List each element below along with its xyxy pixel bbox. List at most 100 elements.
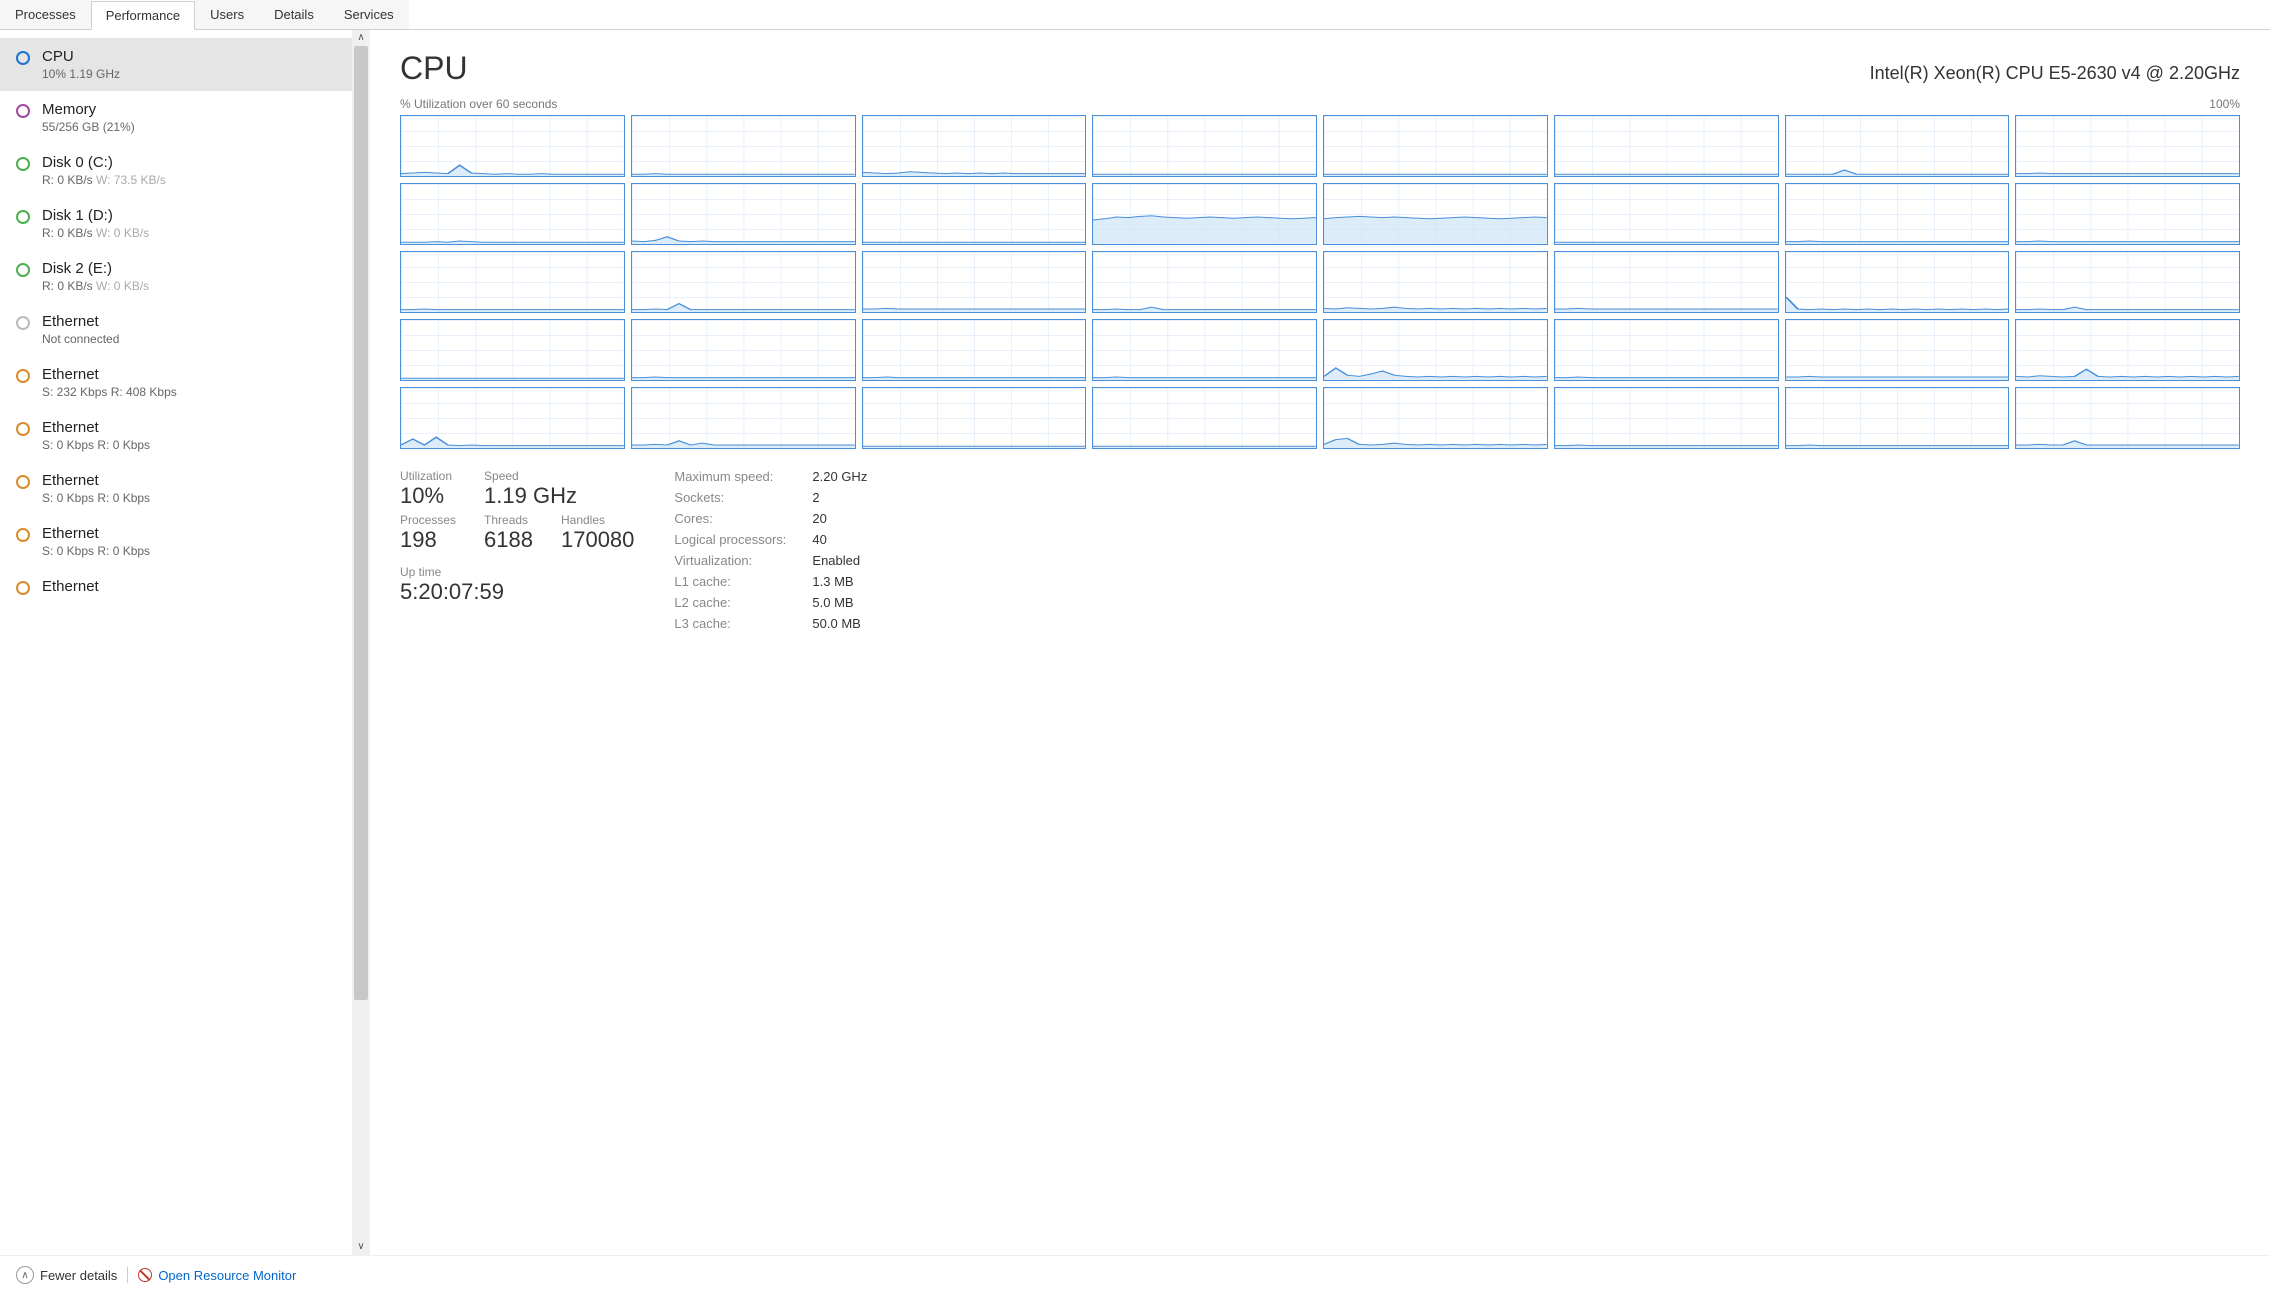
cpu-model: Intel(R) Xeon(R) CPU E5-2630 v4 @ 2.20GH… xyxy=(1870,63,2240,84)
spec-label: L1 cache: xyxy=(674,574,786,589)
cpu-core-chart-6 xyxy=(1785,115,2010,177)
tab-performance[interactable]: Performance xyxy=(91,1,195,30)
sidebar-item-2[interactable]: Disk 0 (C:) R: 0 KB/s W: 73.5 KB/s xyxy=(0,144,352,197)
cpu-core-chart-1 xyxy=(631,115,856,177)
spec-label: Logical processors: xyxy=(674,532,786,547)
spec-value: 5.0 MB xyxy=(812,595,867,610)
cpu-core-chart-38 xyxy=(1785,387,2010,449)
cpu-core-chart-20 xyxy=(1323,251,1548,313)
tab-processes[interactable]: Processes xyxy=(0,0,91,29)
cpu-core-chart-7 xyxy=(2015,115,2240,177)
tab-details[interactable]: Details xyxy=(259,0,329,29)
spec-value: 2 xyxy=(812,490,867,505)
cpu-core-chart-10 xyxy=(862,183,1087,245)
fewer-details-label: Fewer details xyxy=(40,1268,117,1283)
utilization-label: Utilization xyxy=(400,469,456,483)
sidebar-item-sub: S: 0 Kbps R: 0 Kbps xyxy=(42,491,150,505)
cpu-core-chart-30 xyxy=(1785,319,2010,381)
cpu-core-chart-15 xyxy=(2015,183,2240,245)
utilization-value: 10% xyxy=(400,483,456,509)
cpu-core-chart-12 xyxy=(1323,183,1548,245)
cpu-core-chart-22 xyxy=(1785,251,2010,313)
speed-label: Speed xyxy=(484,469,634,483)
tabs-bar: ProcessesPerformanceUsersDetailsServices xyxy=(0,0,2270,30)
sidebar-scrollbar[interactable]: ∧ ∨ xyxy=(352,30,370,1255)
status-circle-icon xyxy=(16,475,30,489)
status-circle-icon xyxy=(16,157,30,171)
spec-value: 20 xyxy=(812,511,867,526)
sidebar-item-7[interactable]: Ethernet S: 0 Kbps R: 0 Kbps xyxy=(0,409,352,462)
processes-value: 198 xyxy=(400,527,456,553)
cpu-core-chart-35 xyxy=(1092,387,1317,449)
sidebar-item-title: Ethernet xyxy=(42,525,150,542)
scroll-up-icon[interactable]: ∧ xyxy=(353,30,369,46)
threads-label: Threads xyxy=(484,513,533,527)
sidebar-item-title: Ethernet xyxy=(42,313,119,330)
cpu-core-chart-13 xyxy=(1554,183,1779,245)
cpu-core-chart-28 xyxy=(1323,319,1548,381)
sidebar-item-3[interactable]: Disk 1 (D:) R: 0 KB/s W: 0 KB/s xyxy=(0,197,352,250)
sidebar-item-5[interactable]: Ethernet Not connected xyxy=(0,303,352,356)
status-circle-icon xyxy=(16,369,30,383)
chevron-up-icon: ∧ xyxy=(16,1266,34,1284)
sidebar-item-6[interactable]: Ethernet S: 232 Kbps R: 408 Kbps xyxy=(0,356,352,409)
scroll-thumb[interactable] xyxy=(354,46,368,1000)
sidebar-item-sub: 55/256 GB (21%) xyxy=(42,120,135,134)
spec-label: Cores: xyxy=(674,511,786,526)
status-circle-icon xyxy=(16,210,30,224)
tab-services[interactable]: Services xyxy=(329,0,409,29)
spec-label: Sockets: xyxy=(674,490,786,505)
status-circle-icon xyxy=(16,104,30,118)
sidebar-item-sub: S: 232 Kbps R: 408 Kbps xyxy=(42,385,177,399)
sidebar-item-0[interactable]: CPU 10% 1.19 GHz xyxy=(0,38,352,91)
cpu-core-chart-16 xyxy=(400,251,625,313)
cpu-core-chart-37 xyxy=(1554,387,1779,449)
cpu-core-chart-8 xyxy=(400,183,625,245)
cpu-core-chart-17 xyxy=(631,251,856,313)
cpu-core-chart-0 xyxy=(400,115,625,177)
speed-value: 1.19 GHz xyxy=(484,483,634,509)
sidebar-item-sub: R: 0 KB/s W: 0 KB/s xyxy=(42,226,149,240)
tab-users[interactable]: Users xyxy=(195,0,259,29)
status-circle-icon xyxy=(16,528,30,542)
cpu-core-chart-33 xyxy=(631,387,856,449)
spec-label: L2 cache: xyxy=(674,595,786,610)
spec-value: 2.20 GHz xyxy=(812,469,867,484)
handles-value: 170080 xyxy=(561,527,634,553)
uptime-value: 5:20:07:59 xyxy=(400,579,634,605)
resource-monitor-icon xyxy=(138,1268,152,1282)
sidebar-item-sub: S: 0 Kbps R: 0 Kbps xyxy=(42,438,150,452)
sidebar-item-8[interactable]: Ethernet S: 0 Kbps R: 0 Kbps xyxy=(0,462,352,515)
status-circle-icon xyxy=(16,51,30,65)
sidebar-item-title: Ethernet xyxy=(42,419,150,436)
cpu-core-chart-2 xyxy=(862,115,1087,177)
cpu-core-chart-11 xyxy=(1092,183,1317,245)
page-title: CPU xyxy=(400,50,468,87)
cpu-core-chart-31 xyxy=(2015,319,2240,381)
cpu-core-chart-19 xyxy=(1092,251,1317,313)
fewer-details-button[interactable]: ∧ Fewer details xyxy=(16,1266,117,1284)
status-circle-icon xyxy=(16,581,30,595)
cpu-core-chart-9 xyxy=(631,183,856,245)
sidebar-item-title: Ethernet xyxy=(42,578,99,595)
cpu-core-chart-32 xyxy=(400,387,625,449)
sidebar-item-title: Ethernet xyxy=(42,472,150,489)
processes-label: Processes xyxy=(400,513,456,527)
sidebar-item-sub: R: 0 KB/s W: 0 KB/s xyxy=(42,279,149,293)
sidebar-item-10[interactable]: Ethernet xyxy=(0,568,352,607)
open-resource-monitor-link[interactable]: Open Resource Monitor xyxy=(138,1268,296,1283)
spec-label: Virtualization: xyxy=(674,553,786,568)
uptime-label: Up time xyxy=(400,565,634,579)
sidebar-item-4[interactable]: Disk 2 (E:) R: 0 KB/s W: 0 KB/s xyxy=(0,250,352,303)
graph-label-left: % Utilization over 60 seconds xyxy=(400,97,557,111)
sidebar-item-1[interactable]: Memory 55/256 GB (21%) xyxy=(0,91,352,144)
spec-table: Maximum speed:2.20 GHzSockets:2Cores:20L… xyxy=(674,469,867,631)
cpu-core-grid xyxy=(400,115,2240,449)
cpu-core-chart-27 xyxy=(1092,319,1317,381)
sidebar-item-9[interactable]: Ethernet S: 0 Kbps R: 0 Kbps xyxy=(0,515,352,568)
handles-label: Handles xyxy=(561,513,634,527)
footer-divider xyxy=(127,1267,128,1283)
threads-value: 6188 xyxy=(484,527,533,553)
cpu-core-chart-18 xyxy=(862,251,1087,313)
scroll-down-icon[interactable]: ∨ xyxy=(353,1239,369,1255)
